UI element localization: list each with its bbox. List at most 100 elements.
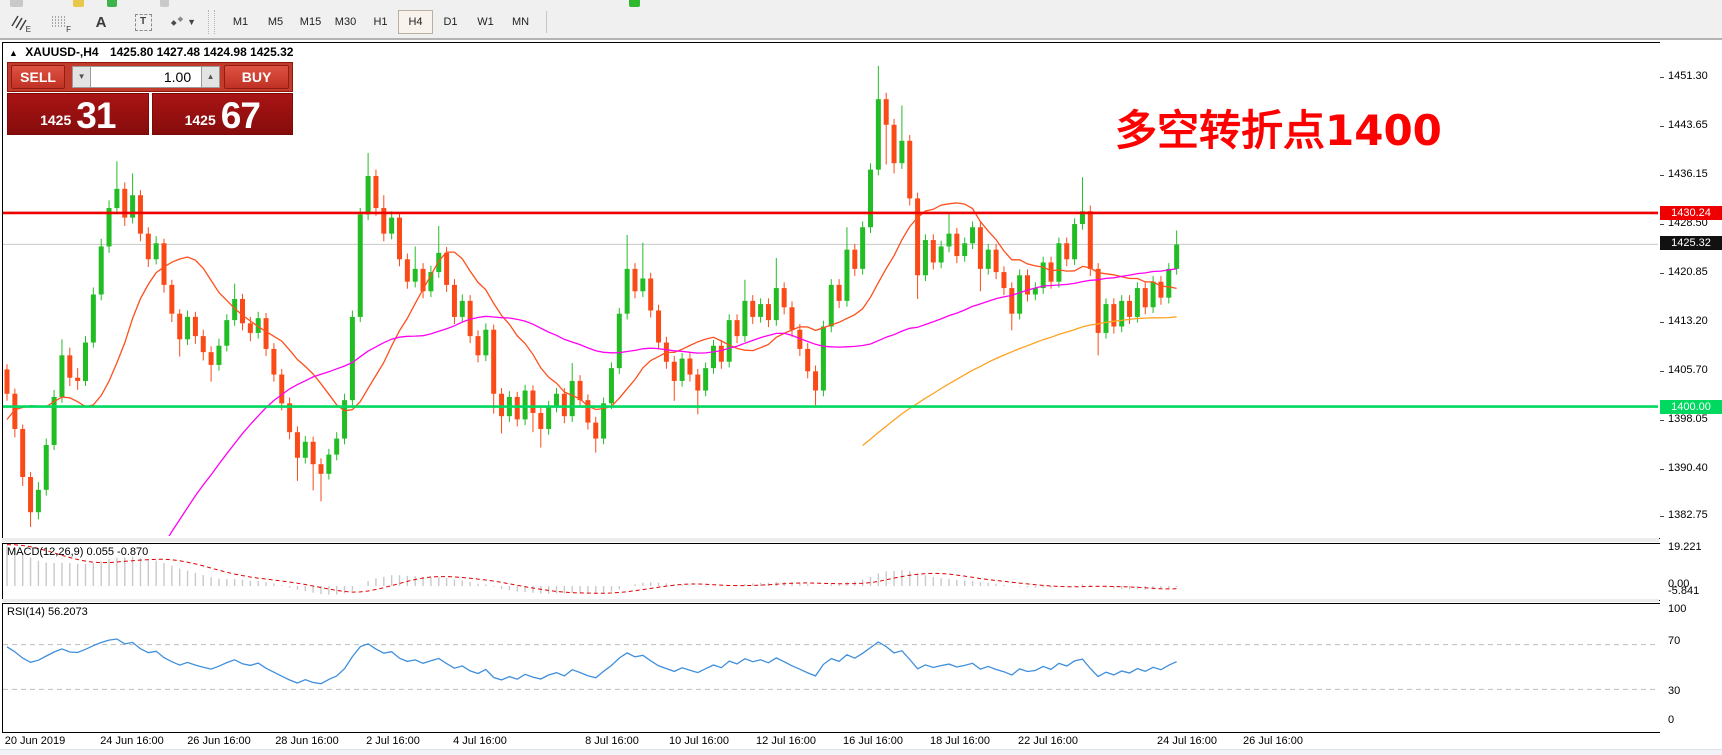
dropdown-caret-icon[interactable]: ▼ xyxy=(187,17,196,27)
price-tick-label: 1451.30 xyxy=(1668,70,1708,82)
toolbar-fragment xyxy=(629,0,640,7)
top-toolbar: E F A T ▼ M1M5M15M30H1H4D1W1MN xyxy=(0,0,1722,40)
price-tick-dash xyxy=(1660,224,1664,225)
toolbar-separator xyxy=(208,10,215,34)
icon-sub-e: E xyxy=(26,25,31,34)
price-tick-label: 1405.70 xyxy=(1668,364,1708,376)
rsi-panel: RSI(14) 56.2073 xyxy=(2,603,1661,733)
time-tick-label: 24 Jul 16:00 xyxy=(1157,735,1217,747)
bid-ask-row: 1425 31 1425 67 xyxy=(7,93,293,135)
price-tick-dash xyxy=(1660,273,1664,274)
timeframe-button-mn[interactable]: MN xyxy=(503,10,538,34)
price-tick-dash xyxy=(1660,322,1664,323)
time-tick-label: 2 Jul 16:00 xyxy=(366,735,420,747)
macd-panel: MACD(12,26,9) 0.055 -0.870 xyxy=(2,543,1661,601)
price-tick-dash xyxy=(1660,516,1664,517)
indicator-tick-label: 30 xyxy=(1668,685,1680,697)
text-frame-icon[interactable]: T xyxy=(130,10,156,34)
bid-price-small: 1425 xyxy=(40,112,71,128)
price-line-label: 1400.00 xyxy=(1660,400,1722,414)
macd-canvas[interactable] xyxy=(3,544,1658,598)
quote-toggle-arrow[interactable]: ▲ xyxy=(9,48,18,58)
indicator-tick-label: 100 xyxy=(1668,603,1686,615)
volume-input[interactable]: 1.00 xyxy=(91,66,201,88)
objects-icon[interactable]: ▼ xyxy=(170,10,196,34)
one-click-trading-widget: SELL ▼ 1.00 ▲ BUY 1425 31 1425 67 xyxy=(7,62,293,135)
rsi-label: RSI(14) 56.2073 xyxy=(7,606,88,618)
price-tick-dash xyxy=(1660,371,1664,372)
text-frame-glyph: T xyxy=(135,14,152,31)
ask-price-box[interactable]: 1425 67 xyxy=(152,93,294,135)
time-tick-label: 18 Jul 16:00 xyxy=(930,735,990,747)
price-tick-label: 1420.85 xyxy=(1668,266,1708,278)
symbol-info-line: ▲ XAUUSD-,H4 1425.80 1427.48 1424.98 142… xyxy=(9,45,293,59)
indicator-tick-label: -5.841 xyxy=(1668,585,1699,597)
price-tick-dash xyxy=(1660,175,1664,176)
indicators-icon[interactable]: E xyxy=(6,10,32,34)
volume-down-button[interactable]: ▼ xyxy=(72,66,91,88)
symbol-name: XAUUSD-,H4 xyxy=(25,45,98,59)
timeframe-button-m30[interactable]: M30 xyxy=(328,10,363,34)
timeframe-button-h1[interactable]: H1 xyxy=(363,10,398,34)
time-tick-label: 20 Jun 2019 xyxy=(5,735,66,747)
indicator-tick-label: 70 xyxy=(1668,635,1680,647)
timeframe-button-h4[interactable]: H4 xyxy=(398,10,433,34)
main-chart-panel: ▲ XAUUSD-,H4 1425.80 1427.48 1424.98 142… xyxy=(2,42,1661,539)
time-tick-label: 16 Jul 16:00 xyxy=(843,735,903,747)
rsi-canvas[interactable] xyxy=(3,604,1658,730)
icon-sub-f: F xyxy=(66,25,71,34)
price-tick-label: 1382.75 xyxy=(1668,509,1708,521)
buy-button[interactable]: BUY xyxy=(224,65,289,89)
toolbar-separator xyxy=(546,11,547,33)
time-tick-label: 12 Jul 16:00 xyxy=(756,735,816,747)
status-strip xyxy=(0,749,1722,755)
time-tick-label: 26 Jun 16:00 xyxy=(187,735,251,747)
annotation-text: 多空转折点1400 xyxy=(1115,97,1442,158)
timeframe-button-d1[interactable]: D1 xyxy=(433,10,468,34)
time-tick-label: 26 Jul 16:00 xyxy=(1243,735,1303,747)
price-tick-label: 1443.65 xyxy=(1668,119,1708,131)
time-tick-label: 10 Jul 16:00 xyxy=(669,735,729,747)
toolbar-fragment xyxy=(160,0,169,7)
time-tick-label: 22 Jul 16:00 xyxy=(1018,735,1078,747)
price-line-label: 1430.24 xyxy=(1660,206,1722,220)
time-tick-label: 24 Jun 16:00 xyxy=(100,735,164,747)
mt4-terminal: { "toolbar": { "icon_e": "E", "icon_f": … xyxy=(0,0,1722,755)
text-label-icon[interactable]: A xyxy=(88,10,114,34)
symbol-ohlc: 1425.80 1427.48 1424.98 1425.32 xyxy=(110,45,294,59)
ask-price-small: 1425 xyxy=(185,112,216,128)
price-tick-dash xyxy=(1660,126,1664,127)
price-tick-label: 1398.05 xyxy=(1668,413,1708,425)
time-tick-label: 28 Jun 16:00 xyxy=(275,735,339,747)
time-tick-label: 8 Jul 16:00 xyxy=(585,735,639,747)
chart-workspace: ▲ XAUUSD-,H4 1425.80 1427.48 1424.98 142… xyxy=(0,40,1722,755)
panel-splitter[interactable] xyxy=(2,599,1659,602)
timeframe-button-m15[interactable]: M15 xyxy=(293,10,328,34)
time-tick-label: 4 Jul 16:00 xyxy=(453,735,507,747)
macd-label: MACD(12,26,9) 0.055 -0.870 xyxy=(7,546,148,558)
indicator-tick-label: 0 xyxy=(1668,714,1674,726)
trade-controls-row: SELL ▼ 1.00 ▲ BUY xyxy=(7,62,293,92)
bid-price-box[interactable]: 1425 31 xyxy=(7,93,149,135)
price-line-label: 1425.32 xyxy=(1660,236,1722,250)
price-tick-dash xyxy=(1660,77,1664,78)
timeframe-button-m1[interactable]: M1 xyxy=(223,10,258,34)
sell-button[interactable]: SELL xyxy=(11,65,65,89)
grid-icon[interactable]: F xyxy=(46,10,72,34)
toolbar-fragment xyxy=(107,0,117,7)
price-tick-label: 1436.15 xyxy=(1668,168,1708,180)
price-scale[interactable]: 1451.301443.651436.151428.501420.851413.… xyxy=(1660,42,1722,742)
bid-price-big: 31 xyxy=(76,100,115,131)
ask-price-big: 67 xyxy=(221,100,260,131)
price-tick-label: 1390.40 xyxy=(1668,462,1708,474)
price-tick-dash xyxy=(1660,469,1664,470)
indicator-tick-label: 19.221 xyxy=(1668,541,1702,553)
volume-up-button[interactable]: ▲ xyxy=(201,66,220,88)
timeframe-bar: M1M5M15M30H1H4D1W1MN xyxy=(223,10,538,34)
timeframe-button-m5[interactable]: M5 xyxy=(258,10,293,34)
volume-stepper: ▼ 1.00 ▲ xyxy=(72,66,220,88)
panel-splitter[interactable] xyxy=(2,538,1659,542)
timeframe-button-w1[interactable]: W1 xyxy=(468,10,503,34)
time-scale[interactable]: 20 Jun 2019 24 Jun 16:00 26 Jun 16:00 28 Ju… xyxy=(2,733,1659,749)
price-tick-label: 1413.20 xyxy=(1668,315,1708,327)
